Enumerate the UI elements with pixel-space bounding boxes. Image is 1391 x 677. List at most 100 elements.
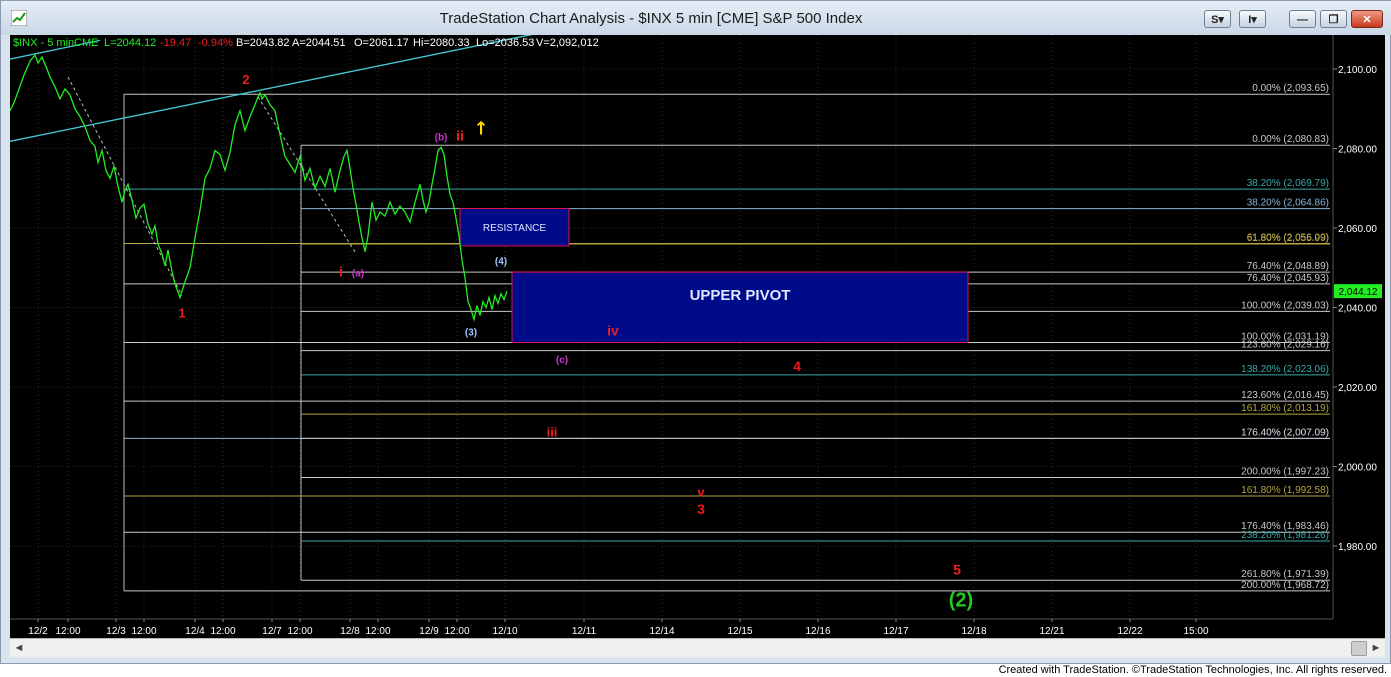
price-line xyxy=(10,53,508,322)
restore-button[interactable]: ❐ xyxy=(1320,10,1347,28)
wave-label: (a) xyxy=(352,268,364,279)
wave-label: (2) xyxy=(949,589,973,611)
fib-level-label: 76.40% (2,048.89) xyxy=(1247,261,1329,272)
fib-level-label: 100.00% (2,039.03) xyxy=(1241,300,1329,311)
x-tick-label: 12/18 xyxy=(961,626,986,637)
wave-label: (3) xyxy=(465,327,477,338)
fib-level-label: 200.00% (1,997.23) xyxy=(1241,467,1329,478)
wave-label: iii xyxy=(547,425,558,440)
horizontal-scrollbar[interactable]: ◄ ► xyxy=(10,638,1385,657)
wave-label: 2 xyxy=(242,72,249,87)
window-title: TradeStation Chart Analysis - $INX 5 min… xyxy=(439,10,863,27)
header-change: -19.47 xyxy=(160,37,191,49)
wave-dashed-path xyxy=(257,96,356,253)
x-tick-label: 12/17 xyxy=(883,626,908,637)
price-series xyxy=(10,53,508,322)
trendline xyxy=(10,35,533,142)
x-tick-label: 12/16 xyxy=(805,626,830,637)
last-price-label: 2,044.12 xyxy=(1339,287,1378,298)
header-last: L=2044.12 xyxy=(104,37,156,49)
x-tick-label: 12:00 xyxy=(365,626,390,637)
wave-label: iv xyxy=(607,322,619,338)
x-tick-label: 12:00 xyxy=(287,626,312,637)
x-tick-label: 12/3 xyxy=(106,626,126,637)
header-open: O=2061.17 xyxy=(354,37,409,49)
header-volume: V=2,092,012 xyxy=(536,37,599,49)
close-button[interactable]: ✕ xyxy=(1351,10,1383,28)
trendlines xyxy=(10,35,533,296)
fib-level-label: 123.60% (2,029.16) xyxy=(1241,340,1329,351)
y-tick-label: 2,060.00 xyxy=(1338,224,1377,235)
fib-level-label: 238.20% (1,981.26) xyxy=(1241,530,1329,541)
x-tick-label: 12/14 xyxy=(649,626,674,637)
up-arrow-icon: ↑ xyxy=(473,119,488,140)
price-chart-svg[interactable]: 0.00% (2,093.65) 0.00% (2,080.83) 38.20% (… xyxy=(10,35,1385,638)
footer-credit: Created with TradeStation. ©TradeStation… xyxy=(998,664,1387,676)
header-change-pct: -0.94% xyxy=(198,37,233,49)
chevron-down-icon: ▾ xyxy=(1251,14,1257,26)
wave-label: (4) xyxy=(495,257,507,268)
x-tick-label: 12/9 xyxy=(419,626,439,637)
x-tick-label: 12/22 xyxy=(1117,626,1142,637)
wave-label: i xyxy=(339,263,343,279)
header-symbol: $INX - 5 min xyxy=(13,37,74,49)
x-tick-label: 12:00 xyxy=(131,626,156,637)
x-tick-label: 12/21 xyxy=(1039,626,1064,637)
fib-level-label: 161.80% (1,992.58) xyxy=(1241,485,1329,496)
restore-icon: ❐ xyxy=(1328,14,1339,26)
price-chart[interactable]: 0.00% (2,093.65) 0.00% (2,080.83) 38.20% (… xyxy=(10,35,1385,638)
y-tick-label: 2,040.00 xyxy=(1338,304,1377,315)
scroll-right-icon[interactable]: ► xyxy=(1368,640,1384,656)
fib-level-label: 138.20% (2,023.06) xyxy=(1241,364,1329,375)
close-icon: ✕ xyxy=(1362,14,1372,26)
fib-level-label: 161.80% (2,013.19) xyxy=(1241,403,1329,414)
y-tick-label: 2,100.00 xyxy=(1338,65,1377,76)
chevron-down-icon: ▾ xyxy=(1218,14,1224,26)
fib-level-label: 38.20% (2,069.79) xyxy=(1247,178,1329,189)
fib-level-label: 200.00% (1,968.72) xyxy=(1241,580,1329,591)
y-tick-label: 2,020.00 xyxy=(1338,383,1377,394)
fib-level-label: 0.00% (2,080.83) xyxy=(1252,134,1329,145)
fib-level-label: 61.80% (2,055.99) xyxy=(1247,233,1329,244)
wave-label: 1 xyxy=(178,305,185,320)
minimize-icon: — xyxy=(1297,14,1308,26)
wave-label: 5 xyxy=(953,562,961,578)
header-ask: A=2044.51 xyxy=(292,37,346,49)
x-tick-label: 12:00 xyxy=(444,626,469,637)
wave-label: 3 xyxy=(697,501,705,517)
y-tick-label: 1,980.00 xyxy=(1338,542,1377,553)
fib-level-label: 0.00% (2,093.65) xyxy=(1252,83,1329,94)
x-tick-label: 12/2 xyxy=(28,626,48,637)
resistance-label: RESISTANCE xyxy=(483,223,546,234)
x-tick-label: 12/10 xyxy=(492,626,517,637)
x-tick-label: 12/7 xyxy=(262,626,282,637)
window-titlebar[interactable]: TradeStation Chart Analysis - $INX 5 min… xyxy=(1,1,1391,35)
wave-label: (c) xyxy=(556,355,568,366)
x-tick-label: 12:00 xyxy=(55,626,80,637)
fib-level-label: 38.20% (2,064.86) xyxy=(1247,198,1329,209)
zones: RESISTANCE UPPER PIVOT xyxy=(459,208,969,343)
y-tick-label: 2,080.00 xyxy=(1338,145,1377,156)
x-tick-label: 12/11 xyxy=(572,626,597,637)
header-low: Lo=2036.53 xyxy=(476,37,534,49)
x-tick-label: 12:00 xyxy=(210,626,235,637)
fib-level-label: 123.60% (2,016.45) xyxy=(1241,390,1329,401)
scrollbar-thumb[interactable] xyxy=(1351,641,1367,656)
fib-level-label: 261.80% (1,971.39) xyxy=(1241,569,1329,580)
x-tick-label: 12/4 xyxy=(185,626,205,637)
wave-label: ii xyxy=(456,128,464,144)
wave-label: 4 xyxy=(793,358,801,374)
header-bid: B=2043.82 xyxy=(236,37,290,49)
symbol-link-button[interactable]: S▾ xyxy=(1204,10,1231,28)
header-exchange: CME xyxy=(74,37,98,49)
minimize-button[interactable]: — xyxy=(1289,10,1316,28)
x-tick-label: 15:00 xyxy=(1183,626,1208,637)
x-tick-label: 12/15 xyxy=(727,626,752,637)
scroll-left-icon[interactable]: ◄ xyxy=(11,640,27,656)
time-axis[interactable]: 12/2 12:00 12/3 12:00 12/4 12:00 12/7 12:00 12/8… xyxy=(28,619,1209,637)
y-tick-label: 2,000.00 xyxy=(1338,463,1377,474)
fib-level-label: 76.40% (2,045.93) xyxy=(1247,273,1329,284)
symbol-header: $INX - 5 min CME L=2044.12 -19.47 -0.94%… xyxy=(13,37,599,49)
wave-label: v xyxy=(697,484,705,499)
info-button[interactable]: I▾ xyxy=(1239,10,1266,28)
